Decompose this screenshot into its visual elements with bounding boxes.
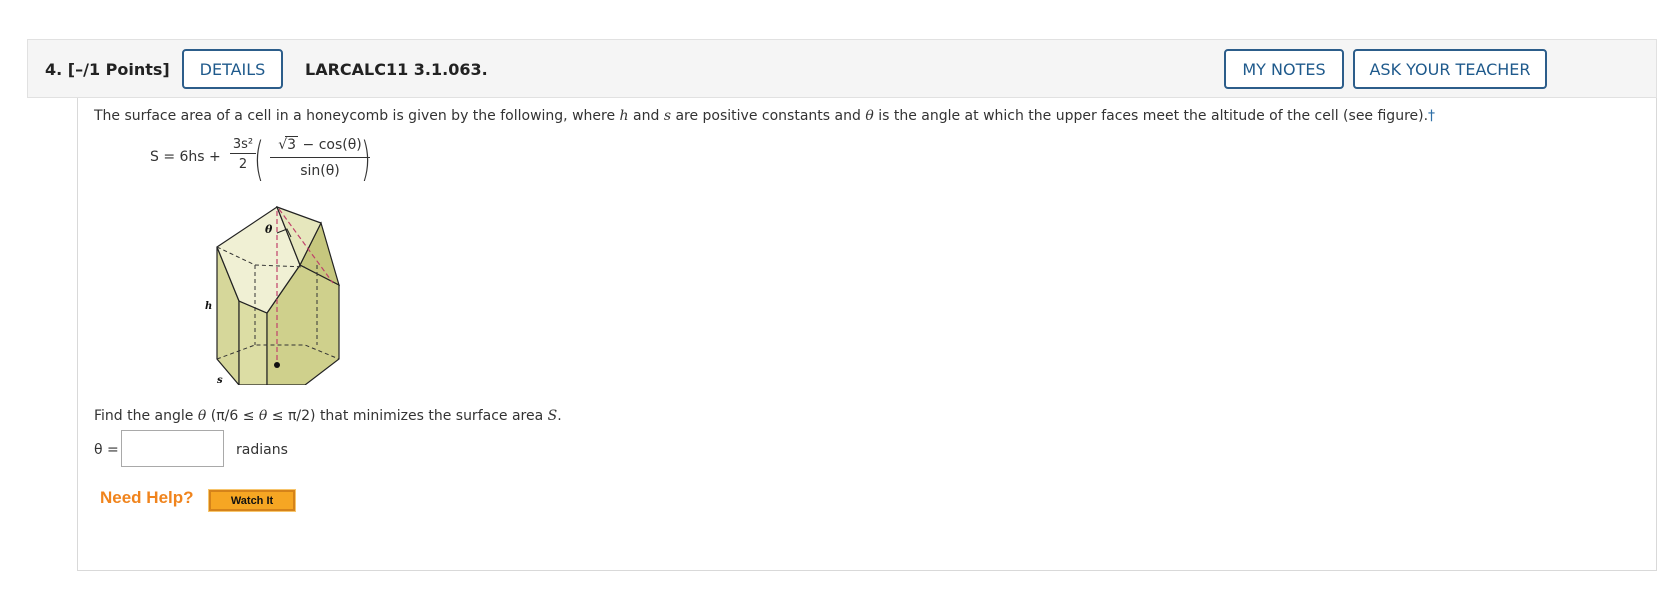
sqrt-radicand: 3 [285, 136, 299, 153]
theta-figure-label: θ [265, 223, 273, 236]
base-center-dot [274, 362, 280, 368]
answer-label: θ = [94, 442, 119, 458]
footnote-link[interactable]: † [1428, 108, 1435, 124]
var-h: h [619, 108, 629, 124]
var-s-upper: S [547, 408, 558, 424]
h-figure-label: h [205, 301, 212, 312]
fraction-denominator: sin(θ) [300, 163, 340, 179]
question-prompt: The surface area of a cell in a honeycom… [94, 108, 1435, 124]
question-number: 4. [–/1 Points] [45, 60, 170, 79]
prompt-text: and [628, 108, 664, 124]
right-paren: ) [361, 132, 371, 186]
honeycomb-cell-figure: θ h s [205, 205, 340, 385]
formula-fraction-1: 3s² 2 [230, 137, 256, 172]
question-number-text: 4. [45, 60, 63, 79]
my-notes-button[interactable]: MY NOTES [1224, 49, 1344, 89]
points-label: [–/1 Points] [67, 60, 170, 79]
need-help-label: Need Help? [100, 488, 194, 507]
formula-lhs: S = 6hs + [150, 149, 221, 165]
task-part: ≤ π/2) that minimizes the surface area [267, 408, 548, 424]
details-button[interactable]: DETAILS [182, 49, 283, 89]
var-s: s [663, 108, 671, 124]
task-part: . [557, 408, 562, 424]
answer-input[interactable] [121, 430, 224, 467]
question-reference: LARCALC11 3.1.063. [305, 60, 488, 79]
fraction-numerator: √3 − cos(θ) [270, 136, 370, 158]
task-text: Find the angle θ (π/6 ≤ θ ≤ π/2) that mi… [94, 408, 562, 424]
formula-fraction-2: √3 − cos(θ) sin(θ) [270, 136, 370, 179]
question-header: 4. [–/1 Points] DETAILS LARCALC11 3.1.06… [27, 39, 1657, 98]
fraction-denominator: 2 [238, 157, 248, 172]
prompt-text: is the angle at which the upper faces me… [873, 108, 1429, 124]
numerator-rest: − cos(θ) [298, 137, 362, 153]
prompt-text: are positive constants and [671, 108, 866, 124]
prompt-text: The surface area of a cell in a honeycom… [94, 108, 620, 124]
s-figure-label: s [217, 375, 223, 385]
answer-unit: radians [236, 442, 288, 458]
var-theta: θ [865, 108, 874, 124]
fraction-numerator: 3s² [230, 137, 256, 154]
task-part: (π/6 ≤ [206, 408, 259, 424]
watch-it-button[interactable]: Watch It [208, 489, 296, 512]
task-part: Find the angle [94, 408, 198, 424]
ask-teacher-button[interactable]: ASK YOUR TEACHER [1353, 49, 1547, 89]
left-paren: ( [254, 132, 264, 186]
front-face [238, 300, 268, 385]
